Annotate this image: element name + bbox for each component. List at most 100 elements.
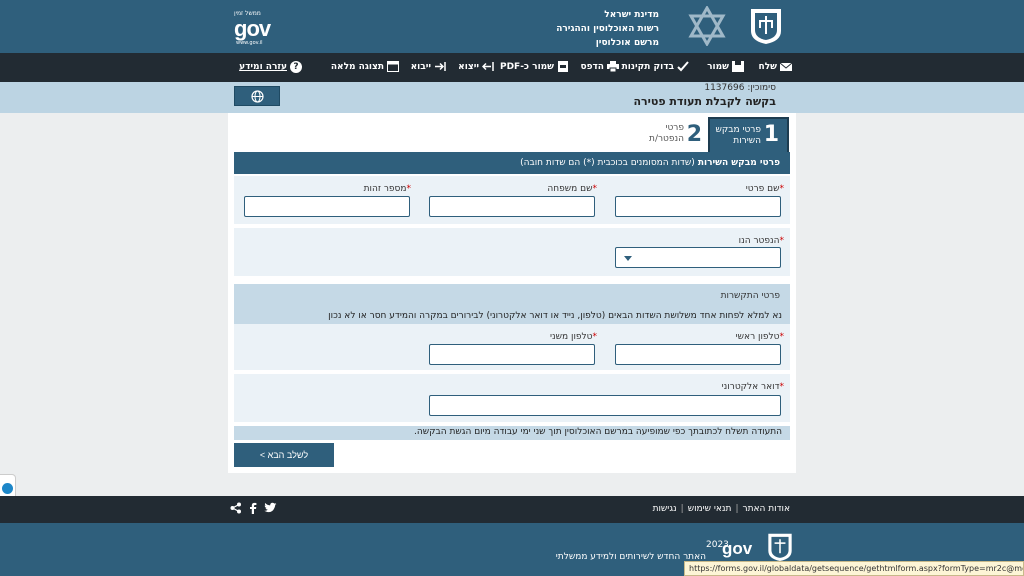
state-emblem-icon [751, 9, 781, 44]
ministry-line-3: מרשם אוכלוסין [595, 38, 659, 48]
reference-number: סימוכין: 1137696 [704, 83, 776, 93]
print-button[interactable]: הדפס [580, 61, 619, 72]
validate-button[interactable]: בדוק תקינות [622, 61, 689, 72]
delivery-note: התעודה תשלח לכתובתך כפי שמופיעה במרשם הא… [234, 426, 790, 440]
import-icon [435, 62, 446, 71]
twitter-icon[interactable] [264, 502, 277, 514]
required-mark: * [779, 332, 785, 342]
applicant-fields-block: *שם פרטי *שם משפחה *מספר זהות [234, 176, 790, 224]
required-mark: * [779, 184, 785, 194]
footer-separator: | [680, 504, 684, 514]
gov-logo-url: www.gov.il [236, 40, 263, 46]
status-bar-url: https://forms.gov.il/globaldata/getseque… [684, 561, 1024, 576]
ministry-line-2: רשות האוכלוסין וההגירה [556, 24, 659, 34]
first-name-label: *שם פרטי [746, 184, 784, 194]
step-label: פרטי הנפטר/ת [649, 123, 684, 144]
deceased-is-select[interactable] [615, 247, 781, 268]
export-label: ייצוא [458, 61, 479, 72]
required-mark: * [779, 236, 785, 246]
language-button[interactable] [234, 86, 280, 106]
validate-label: בדוק תקינות [621, 61, 674, 72]
help-icon: ? [290, 61, 302, 73]
floppy-disk-icon [732, 61, 744, 72]
footer-separator: | [735, 504, 739, 514]
star-of-david-icon [688, 6, 726, 46]
subheader: סימוכין: 1137696 בקשה לקבלת תעודת פטירה [0, 82, 1024, 113]
contact-section-header: פרטי התקשרות [234, 284, 790, 311]
save-pdf-button[interactable]: שמור כ-PDF [500, 61, 569, 72]
send-icon [780, 62, 792, 71]
required-mark: * [779, 382, 785, 392]
step-number: 1 [763, 122, 779, 147]
full-view-label: תצוגה מלאה [330, 61, 384, 72]
email-label: *דואר אלקטרוני [722, 382, 784, 392]
form-panel: 1 פרטי מבקש השירות 2 פרטי הנפטר/ת פרטי מ… [228, 113, 796, 473]
secondary-phone-label-text: טלפון משני [550, 332, 593, 342]
primary-phone-label: *טלפון ראשי [736, 332, 784, 342]
import-button[interactable]: ייבוא [411, 61, 446, 72]
last-name-input[interactable] [429, 196, 595, 217]
last-name-label: *שם משפחה [547, 184, 597, 194]
printer-icon [607, 61, 619, 72]
deceased-block: *הנפטר הנו [234, 228, 790, 276]
required-mark: * [406, 184, 412, 194]
contact-note: נא למלא לפחות אחד משלושת השדות הבאים (טל… [234, 310, 790, 324]
required-mark: * [592, 184, 598, 194]
print-label: הדפס [580, 61, 604, 72]
save-pdf-label: שמור כ-PDF [499, 61, 554, 72]
ministry-line-1: מדינת ישראל [604, 10, 659, 20]
top-header: ממשל זמין gov www.gov.il מדינת ישראל רשו… [0, 0, 1024, 53]
step-tab-2[interactable]: 2 פרטי הנפטר/ת [636, 119, 708, 153]
page-title: בקשה לקבלת תעודת פטירה [633, 95, 776, 108]
export-icon [482, 62, 494, 71]
deceased-is-label-text: הנפטר הנו [738, 236, 780, 246]
social-links [230, 502, 277, 514]
share-icon[interactable] [230, 502, 242, 514]
footer-emblem-icon [768, 533, 792, 561]
window-icon [387, 61, 399, 72]
section-note: (שדות המסומנים בכוכבית (*) הם שדות חובה) [520, 158, 695, 168]
gov-logo-text: gov [234, 16, 271, 41]
deceased-is-label: *הנפטר הנו [739, 236, 784, 246]
secondary-phone-label: *טלפון משני [550, 332, 597, 342]
next-step-button[interactable]: לשלב הבא > [234, 443, 334, 467]
globe-icon [250, 89, 264, 103]
send-button[interactable]: שלח [759, 61, 792, 72]
export-button[interactable]: ייצוא [458, 61, 494, 72]
ministry-name: מדינת ישראל רשות האוכלוסין וההגירה מרשם … [556, 8, 659, 50]
import-label: ייבוא [410, 61, 431, 72]
footer-gov-logo[interactable]: gov [722, 539, 752, 559]
phone-fields-block: *טלפון ראשי *טלפון משני [234, 324, 790, 370]
save-button[interactable]: שמור [707, 61, 744, 72]
step-number: 2 [686, 122, 702, 147]
section-header: פרטי מבקש השירות (שדות המסומנים בכוכבית … [234, 152, 790, 174]
chevron-down-icon [624, 256, 632, 261]
facebook-icon[interactable] [248, 502, 258, 514]
step-label: פרטי מבקש השירות [715, 125, 762, 146]
gov-logo[interactable]: ממשל זמין gov www.gov.il [234, 10, 288, 46]
footer-link-terms[interactable]: תנאי שימוש [688, 504, 732, 514]
email-input[interactable] [429, 395, 781, 416]
footer-link-about[interactable]: אודות האתר [742, 504, 790, 514]
primary-phone-input[interactable] [615, 344, 781, 365]
footer-nav: אודות האתר | תנאי שימוש | נגישות [653, 504, 790, 514]
checkmark-icon [677, 61, 689, 72]
secondary-phone-input[interactable] [429, 344, 595, 365]
save-label: שמור [707, 61, 729, 72]
id-number-label: *מספר זהות [364, 184, 411, 194]
step-tab-1[interactable]: 1 פרטי מבקש השירות [708, 117, 789, 153]
footer-links-bar: אודות האתר | תנאי שימוש | נגישות [0, 496, 1024, 523]
required-mark: * [592, 332, 598, 342]
footer-link-accessibility[interactable]: נגישות [653, 504, 677, 514]
send-label: שלח [758, 61, 777, 72]
last-name-label-text: שם משפחה [547, 184, 593, 194]
pdf-icon [558, 61, 568, 72]
first-name-input[interactable] [615, 196, 781, 217]
toolbar: שלח שמור בדוק תקינות הדפס שמור כ-PDF ייצ… [0, 53, 1024, 82]
id-number-input[interactable] [244, 196, 410, 217]
email-block: *דואר אלקטרוני [234, 374, 790, 422]
help-button[interactable]: ? עזרה ומידע [239, 61, 302, 73]
full-view-button[interactable]: תצוגה מלאה [331, 61, 399, 72]
email-label-text: דואר אלקטרוני [721, 382, 780, 392]
first-name-label-text: שם פרטי [745, 184, 780, 194]
